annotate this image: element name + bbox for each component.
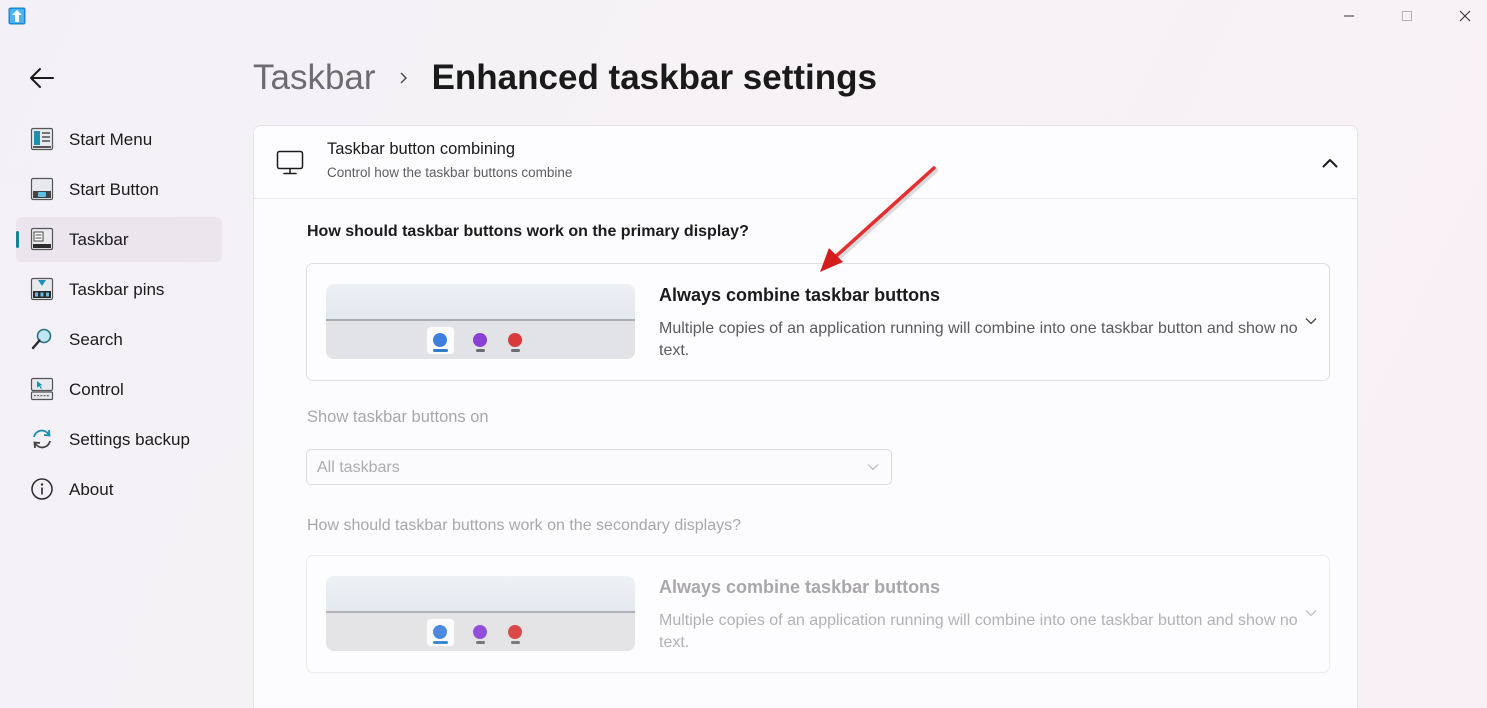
start-menu-icon	[30, 127, 54, 151]
page-title: Enhanced taskbar settings	[431, 58, 877, 97]
show-taskbar-buttons-label: Show taskbar buttons on	[307, 408, 489, 426]
breadcrumb-parent[interactable]: Taskbar	[253, 58, 376, 98]
chevron-down-icon	[867, 464, 879, 471]
close-button[interactable]	[1436, 0, 1487, 32]
option-title: Always combine taskbar buttons	[659, 285, 941, 305]
sidebar-item-label: Taskbar	[69, 230, 129, 249]
option-description: Multiple copies of an application runnin…	[659, 320, 1298, 359]
sidebar-item-about[interactable]: About	[16, 467, 222, 512]
sidebar-item-label: Start Menu	[69, 130, 153, 149]
show-taskbar-buttons-select[interactable]: All taskbars	[306, 449, 892, 485]
sidebar-item-label: About	[69, 480, 114, 499]
minimize-icon	[1344, 15, 1354, 17]
sidebar-item-label: Start Button	[69, 180, 159, 199]
primary-display-question: How should taskbar buttons work on the p…	[307, 223, 749, 240]
taskbar-pins-icon	[30, 277, 54, 301]
maximize-button[interactable]	[1378, 0, 1436, 32]
start-button-icon	[30, 177, 54, 201]
back-button[interactable]	[22, 60, 62, 96]
taskbar-button-combining-card: Taskbar button combining Control how the…	[253, 125, 1358, 708]
sidebar-item-settings-backup[interactable]: Settings backup	[16, 417, 222, 462]
sidebar-item-control[interactable]: Control	[16, 367, 222, 412]
sidebar-item-label: Taskbar pins	[69, 280, 165, 299]
taskbar-preview-image	[326, 576, 635, 651]
card-title: Taskbar button combining	[327, 140, 516, 158]
control-icon	[30, 377, 54, 401]
chevron-right-icon	[398, 71, 410, 85]
option-title: Always combine taskbar buttons	[659, 577, 941, 597]
sidebar-item-label: Control	[69, 380, 124, 399]
sidebar-item-taskbar[interactable]: Taskbar	[16, 217, 222, 262]
breadcrumb: Taskbar Enhanced taskbar settings	[253, 58, 877, 98]
minimize-button[interactable]	[1320, 0, 1378, 32]
card-header[interactable]: Taskbar button combining Control how the…	[254, 126, 1357, 199]
option-description: Multiple copies of an application runnin…	[659, 612, 1298, 651]
primary-combine-dropdown[interactable]: Always combine taskbar buttons Multiple …	[306, 263, 1330, 381]
sidebar-item-start-menu[interactable]: Start Menu	[16, 117, 222, 162]
secondary-display-question: How should taskbar buttons work on the s…	[307, 517, 742, 534]
monitor-icon	[276, 150, 304, 175]
maximize-icon	[1402, 11, 1412, 21]
taskbar-preview-image	[326, 284, 635, 359]
close-icon	[1459, 10, 1471, 22]
settings-backup-icon	[33, 429, 51, 449]
secondary-combine-dropdown[interactable]: Always combine taskbar buttons Multiple …	[306, 555, 1330, 673]
app-icon	[8, 7, 26, 25]
search-icon	[31, 328, 52, 350]
chevron-up-icon	[1322, 159, 1338, 168]
card-subtitle: Control how the taskbar buttons combine	[327, 165, 573, 180]
back-arrow-icon	[30, 68, 54, 88]
sidebar-item-label: Settings backup	[69, 430, 190, 449]
sidebar-item-search[interactable]: Search	[16, 317, 222, 362]
sidebar-item-start-button[interactable]: Start Button	[16, 167, 222, 212]
sidebar-nav: Start Menu Start Button Taskbar Taskbar …	[16, 117, 222, 517]
taskbar-icon	[30, 227, 54, 251]
select-value: All taskbars	[317, 459, 400, 476]
chevron-down-icon	[1305, 318, 1317, 325]
sidebar-item-label: Search	[69, 330, 123, 349]
collapse-button[interactable]	[1316, 150, 1344, 176]
chevron-down-icon	[1305, 610, 1317, 617]
info-icon	[31, 478, 53, 500]
sidebar-item-taskbar-pins[interactable]: Taskbar pins	[16, 267, 222, 312]
